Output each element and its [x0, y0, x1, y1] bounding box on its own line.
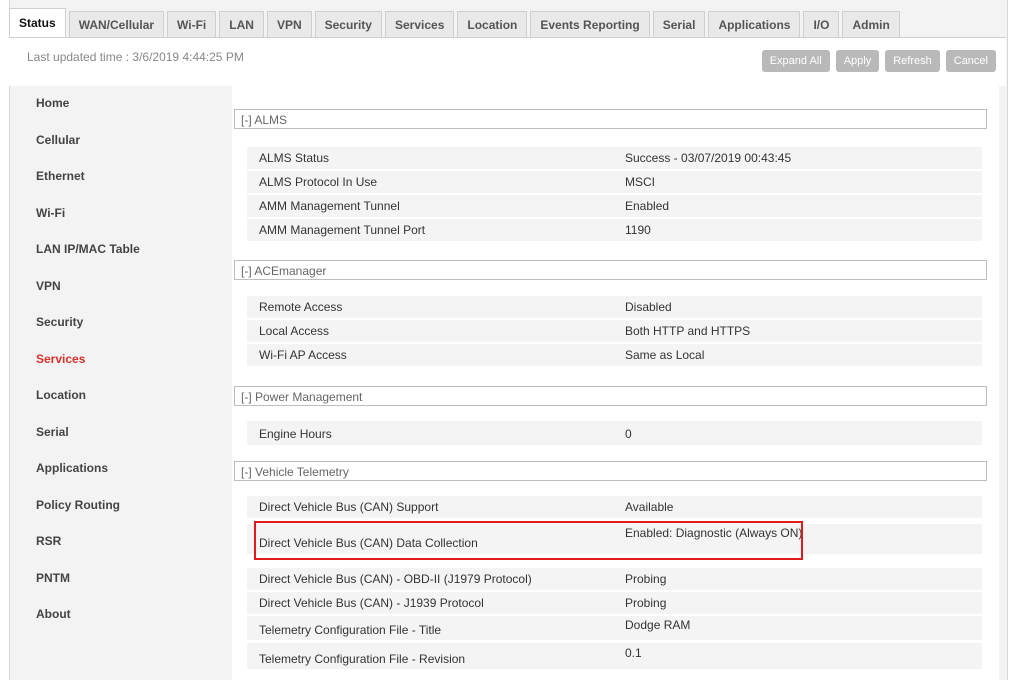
tab-lan[interactable]: LAN	[219, 11, 264, 37]
row-value: Same as Local	[625, 348, 705, 362]
row-label: AMM Management Tunnel Port	[259, 223, 426, 237]
row-value: 0.1	[625, 646, 642, 660]
table-row: ALMS Status Success - 03/07/2019 00:43:4…	[247, 147, 982, 169]
table-row: ALMS Protocol In Use MSCI	[247, 171, 982, 193]
apply-button[interactable]: Apply	[835, 50, 880, 72]
sidebar-item-cellular[interactable]: Cellular	[9, 122, 229, 159]
row-value: 0	[625, 427, 632, 441]
row-value: Success - 03/07/2019 00:43:45	[625, 151, 792, 165]
row-value: MSCI	[625, 175, 655, 189]
row-value: Enabled	[625, 199, 670, 213]
table-row: Direct Vehicle Bus (CAN) Support Availab…	[247, 496, 982, 518]
sidebar-item-policy-routing[interactable]: Policy Routing	[9, 487, 229, 524]
cancel-button[interactable]: Cancel	[945, 50, 996, 72]
sidebar-item-location[interactable]: Location	[9, 377, 229, 414]
row-value: Both HTTP and HTTPS	[625, 324, 751, 338]
sidebar-item-vpn[interactable]: VPN	[9, 268, 229, 305]
table-row: Telemetry Configuration File - Revision …	[247, 643, 982, 669]
table-row: Direct Vehicle Bus (CAN) - J1939 Protoco…	[247, 592, 982, 614]
tab-wan-cellular[interactable]: WAN/Cellular	[68, 11, 165, 37]
row-label: AMM Management Tunnel	[259, 199, 400, 213]
row-label: Direct Vehicle Bus (CAN) Support	[259, 500, 439, 514]
row-value: Probing	[625, 572, 667, 586]
top-tab-bar: Status WAN/Cellular Wi-Fi LAN VPN Securi…	[9, 8, 1006, 37]
row-label: ALMS Status	[259, 151, 330, 165]
table-row: AMM Management Tunnel Port 1190	[247, 219, 982, 241]
tab-vpn[interactable]: VPN	[266, 11, 312, 37]
row-label: ALMS Protocol In Use	[259, 175, 378, 189]
tab-wi-fi[interactable]: Wi-Fi	[167, 11, 217, 37]
refresh-button[interactable]: Refresh	[885, 50, 940, 72]
tab-events-reporting[interactable]: Events Reporting	[530, 11, 650, 37]
tab-location[interactable]: Location	[457, 11, 528, 37]
sidebar-item-services[interactable]: Services	[9, 341, 229, 378]
tab-applications[interactable]: Applications	[708, 11, 801, 37]
tab-status[interactable]: Status	[9, 8, 66, 37]
last-updated-text: Last updated time : 3/6/2019 4:44:25 PM	[27, 50, 244, 64]
table-row: Direct Vehicle Bus (CAN) - OBD-II (J1979…	[247, 568, 982, 590]
section-header-acemanager[interactable]: [-] ACEmanager	[234, 260, 987, 280]
table-row: Wi-Fi AP Access Same as Local	[247, 344, 982, 366]
sidebar-item-security[interactable]: Security	[9, 304, 229, 341]
sidebar-item-about[interactable]: About	[9, 596, 229, 633]
table-row: AMM Management Tunnel Enabled	[247, 195, 982, 217]
row-label: Wi-Fi AP Access	[259, 348, 347, 362]
sidebar-item-lan-ip-mac-table[interactable]: LAN IP/MAC Table	[9, 231, 229, 268]
toolbar: Last updated time : 3/6/2019 4:44:25 PM …	[9, 37, 1006, 86]
tab-security[interactable]: Security	[314, 11, 382, 37]
sidebar-item-applications[interactable]: Applications	[9, 450, 229, 487]
tab-io[interactable]: I/O	[803, 11, 840, 37]
row-label: Telemetry Configuration File - Revision	[259, 652, 466, 666]
table-row: Local Access Both HTTP and HTTPS	[247, 320, 982, 342]
row-label: Direct Vehicle Bus (CAN) - J1939 Protoco…	[259, 596, 484, 610]
row-label: Direct Vehicle Bus (CAN) - OBD-II (J1979…	[259, 572, 532, 586]
section-header-alms[interactable]: [-] ALMS	[234, 109, 987, 129]
main-panel: [-] ALMS ALMS Status Success - 03/07/201…	[232, 85, 999, 680]
tab-admin[interactable]: Admin	[842, 11, 900, 37]
sidebar-item-serial[interactable]: Serial	[9, 414, 229, 451]
row-value: Probing	[625, 596, 667, 610]
table-row: Engine Hours 0	[247, 421, 982, 445]
table-row: Remote Access Disabled	[247, 296, 982, 318]
row-value: 1190	[625, 223, 651, 237]
row-label: Engine Hours	[259, 427, 332, 441]
row-value: Disabled	[625, 300, 672, 314]
action-buttons: Expand All Apply Refresh Cancel	[761, 50, 996, 72]
expand-all-button[interactable]: Expand All	[761, 50, 830, 72]
sidebar-item-home[interactable]: Home	[9, 85, 229, 122]
row-value: Available	[625, 500, 674, 514]
section-header-vehicle-telemetry[interactable]: [-] Vehicle Telemetry	[234, 461, 987, 481]
row-label: Local Access	[259, 324, 330, 338]
row-label: Telemetry Configuration File - Title	[259, 623, 442, 637]
sidebar-item-rsr[interactable]: RSR	[9, 523, 229, 560]
sidebar-item-wi-fi[interactable]: Wi-Fi	[9, 195, 229, 232]
table-row: Telemetry Configuration File - Title Dod…	[247, 616, 982, 640]
row-label: Remote Access	[259, 300, 343, 314]
highlight-box	[254, 521, 803, 560]
tab-services[interactable]: Services	[384, 11, 455, 37]
sidebar: Home Cellular Ethernet Wi-Fi LAN IP/MAC …	[9, 85, 229, 680]
sidebar-item-ethernet[interactable]: Ethernet	[9, 158, 229, 195]
section-header-power-management[interactable]: [-] Power Management	[234, 386, 987, 406]
tab-serial[interactable]: Serial	[652, 11, 706, 37]
row-value: Dodge RAM	[625, 618, 691, 632]
sidebar-item-pntm[interactable]: PNTM	[9, 560, 229, 597]
